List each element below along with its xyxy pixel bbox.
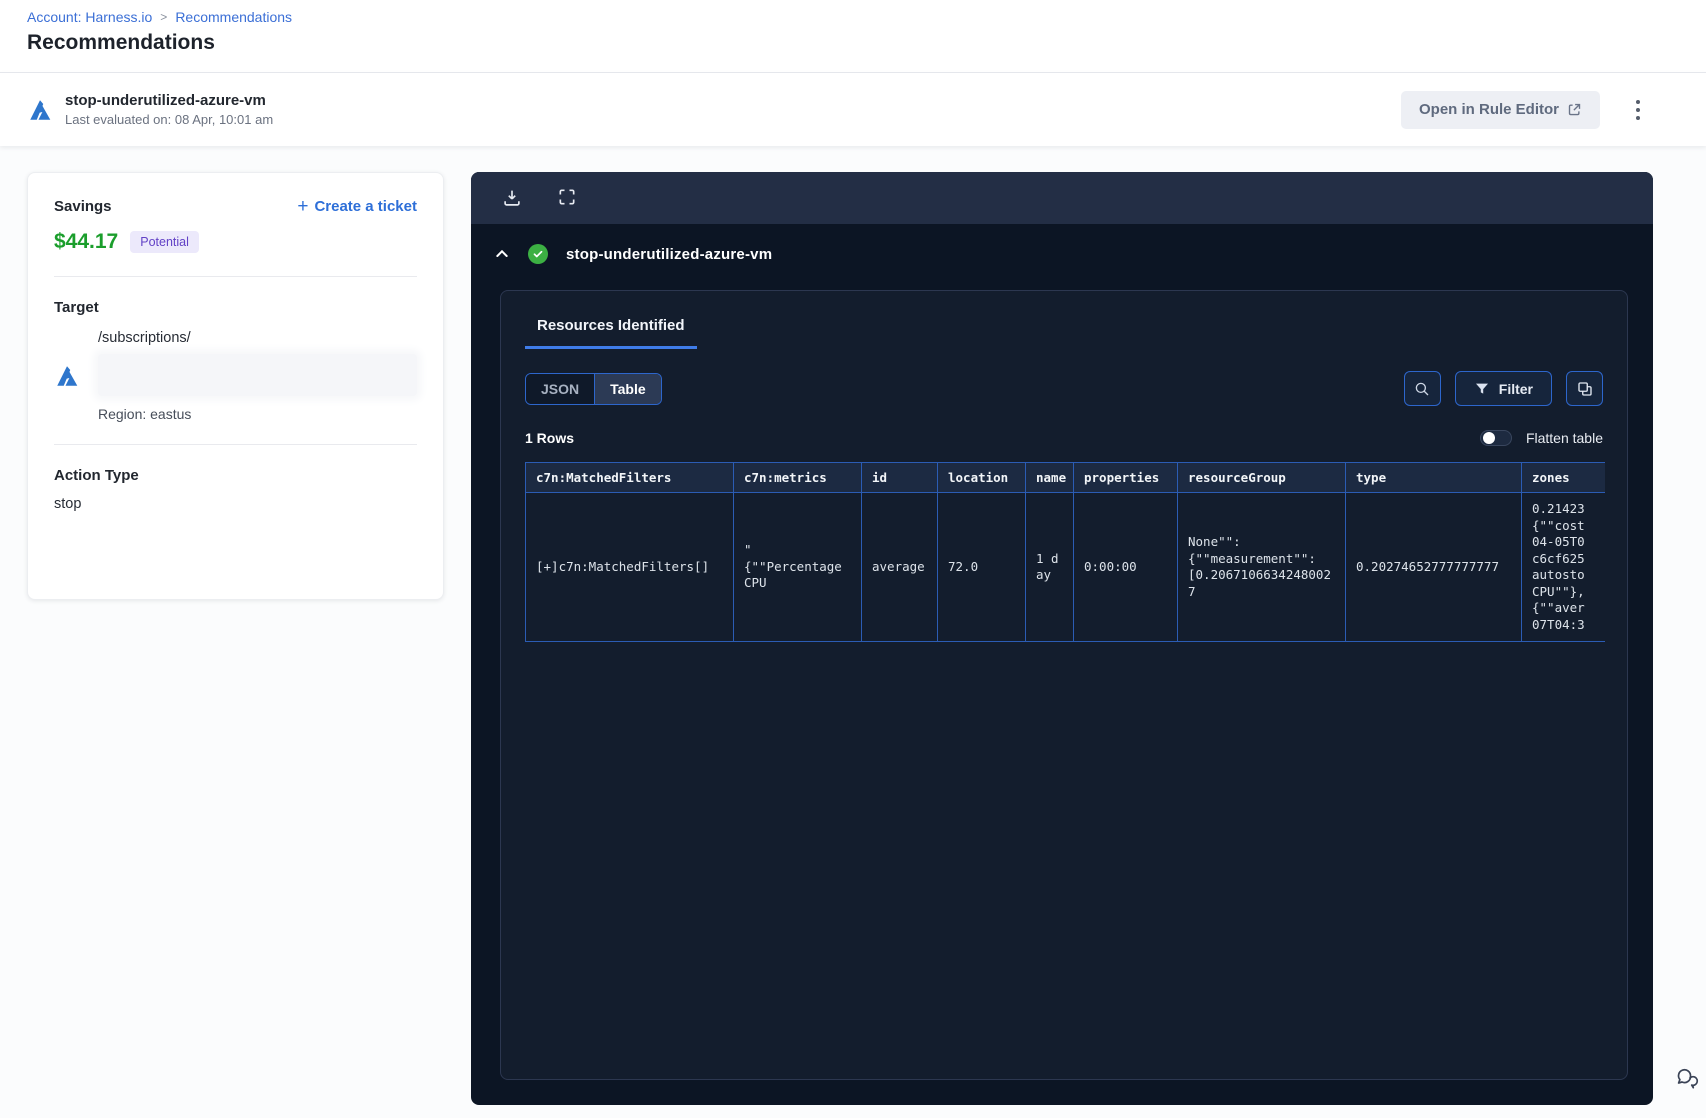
table-cell: 0:00:00 xyxy=(1073,492,1178,642)
column-header: type xyxy=(1345,462,1522,493)
resources-table: c7n:MatchedFilters c7n:metrics id locati… xyxy=(525,462,1605,642)
azure-icon xyxy=(54,363,80,389)
divider xyxy=(54,444,417,445)
table-cell: None"": {""measurement"": [0.20671066342… xyxy=(1177,492,1346,642)
rule-name: stop-underutilized-azure-vm xyxy=(65,92,266,109)
filter-button[interactable]: Filter xyxy=(1454,371,1552,406)
last-evaluated-text: Last evaluated on: 08 Apr, 10:01 am xyxy=(65,112,274,127)
view-table-button[interactable]: Table xyxy=(595,373,661,404)
table-row: [+]c7n:MatchedFilters[] " {""Percentage … xyxy=(525,492,1605,642)
panel-toolbar xyxy=(471,172,1653,224)
search-button[interactable] xyxy=(1403,371,1441,406)
table-cell: 0.21423 {""cost 04-05T0 c6cf625 autosto … xyxy=(1521,492,1605,642)
tab-resources-identified[interactable]: Resources Identified xyxy=(525,313,697,349)
table-cell: " {""Percentage CPU xyxy=(733,492,862,642)
breadcrumb-separator-icon: > xyxy=(160,10,168,24)
savings-label: Savings xyxy=(54,198,112,215)
rows-count: 1 Rows xyxy=(525,430,575,446)
panel-rule-name: stop-underutilized-azure-vm xyxy=(566,245,773,263)
page-title: Recommendations xyxy=(27,31,215,54)
breadcrumb: Account: Harness.io > Recommendations xyxy=(27,9,292,25)
table-cell: 0.20274652777777777 xyxy=(1345,492,1522,642)
filter-icon xyxy=(1474,381,1490,397)
target-label: Target xyxy=(54,299,99,316)
view-mode-toggle: JSON Table xyxy=(525,372,662,405)
redacted-target-details xyxy=(98,354,417,396)
target-path: /subscriptions/ xyxy=(98,330,191,346)
top-bar: Account: Harness.io > Recommendations Re… xyxy=(0,0,1706,72)
divider xyxy=(54,276,417,277)
resources-table-container: c7n:MatchedFilters c7n:metrics id locati… xyxy=(525,462,1605,642)
external-link-icon xyxy=(1567,102,1582,117)
status-success-icon xyxy=(528,244,548,264)
breadcrumb-recommendations-link[interactable]: Recommendations xyxy=(175,9,292,25)
column-header: c7n:MatchedFilters xyxy=(525,462,734,493)
column-header: properties xyxy=(1073,462,1178,493)
copy-button[interactable] xyxy=(1566,371,1603,406)
column-header: location xyxy=(937,462,1026,493)
column-header: resourceGroup xyxy=(1177,462,1346,493)
chat-icon[interactable] xyxy=(1672,1066,1700,1094)
table-cell: average xyxy=(861,492,938,642)
open-rule-editor-button[interactable]: Open in Rule Editor xyxy=(1400,90,1600,129)
rule-output-panel: stop-underutilized-azure-vm Resources Id… xyxy=(471,172,1653,1105)
plus-icon: + xyxy=(297,196,309,217)
action-type-label: Action Type xyxy=(54,467,139,484)
column-header: name xyxy=(1025,462,1074,493)
recommendation-header: stop-underutilized-azure-vm Last evaluat… xyxy=(0,72,1706,146)
collapse-section-icon[interactable] xyxy=(494,246,510,262)
azure-icon xyxy=(27,97,53,123)
fullscreen-icon[interactable] xyxy=(557,187,579,209)
savings-amount: $44.17 xyxy=(54,230,119,253)
flatten-table-label: Flatten table xyxy=(1525,430,1603,446)
matched-filters-expand-link[interactable]: [+]c7n:MatchedFilters[] xyxy=(525,492,734,642)
resources-card: Resources Identified JSON Table Filter 1… xyxy=(500,290,1628,1080)
column-header: id xyxy=(861,462,938,493)
target-region: Region: eastus xyxy=(98,406,192,422)
table-header-row: c7n:MatchedFilters c7n:metrics id locati… xyxy=(525,462,1605,493)
table-cell: 1 day xyxy=(1025,492,1074,642)
download-icon[interactable] xyxy=(501,187,523,209)
copy-icon xyxy=(1576,380,1594,398)
table-cell: 72.0 xyxy=(937,492,1026,642)
column-header: zones xyxy=(1521,462,1605,493)
column-header: c7n:metrics xyxy=(733,462,862,493)
flatten-table-toggle[interactable] xyxy=(1479,430,1512,446)
view-json-button[interactable]: JSON xyxy=(526,373,596,404)
breadcrumb-account-link[interactable]: Account: Harness.io xyxy=(27,9,152,25)
search-icon xyxy=(1413,380,1431,398)
create-ticket-button[interactable]: + Create a ticket xyxy=(297,197,417,216)
action-type-value: stop xyxy=(54,496,82,512)
savings-potential-badge: Potential xyxy=(130,231,199,253)
recommendation-summary-card: Savings + Create a ticket $44.17 Potenti… xyxy=(27,172,444,600)
more-options-button[interactable] xyxy=(1626,95,1650,125)
